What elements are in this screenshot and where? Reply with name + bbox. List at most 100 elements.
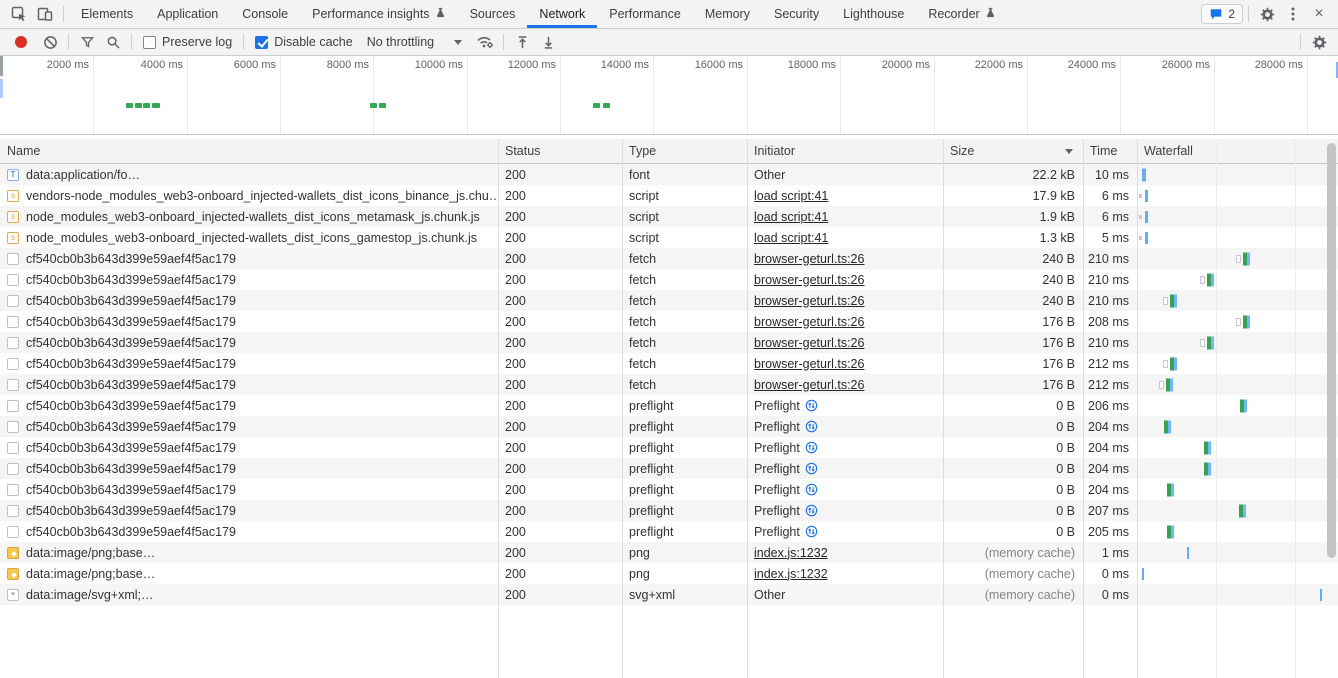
record-network-log-button[interactable] (15, 36, 27, 48)
requests-table: Name Status Type Initiator Size Time Wat… (0, 139, 1338, 678)
tab-console[interactable]: Console (230, 0, 300, 28)
tab-application[interactable]: Application (145, 0, 230, 28)
throttling-select[interactable]: No throttling (367, 35, 462, 49)
request-name: cf540cb0b3b643d399e59aef4f5ac179 (26, 336, 236, 350)
request-type: fetch (622, 353, 747, 374)
tab-performance[interactable]: Performance (597, 0, 693, 28)
preflight-circle-arrows-icon[interactable] (805, 504, 818, 517)
request-status: 200 (498, 416, 622, 437)
clear-network-log-icon[interactable] (37, 30, 63, 54)
initiator-link[interactable]: browser-geturl.ts:26 (754, 273, 864, 287)
request-name: cf540cb0b3b643d399e59aef4f5ac179 (26, 525, 236, 539)
document-file-icon (7, 526, 19, 538)
initiator-text: Other (754, 588, 785, 602)
initiator-link[interactable]: browser-geturl.ts:26 (754, 378, 864, 392)
request-name: cf540cb0b3b643d399e59aef4f5ac179 (26, 315, 236, 329)
request-size: (memory cache) (943, 542, 1083, 563)
search-icon[interactable] (100, 30, 126, 54)
column-header-type[interactable]: Type (622, 139, 747, 163)
tab-network[interactable]: Network (527, 0, 597, 28)
initiator-link[interactable]: browser-geturl.ts:26 (754, 252, 864, 266)
request-name: cf540cb0b3b643d399e59aef4f5ac179 (26, 504, 236, 518)
initiator-text: Preflight (754, 525, 800, 539)
close-devtools-button[interactable]: × (1306, 2, 1332, 26)
waterfall-gridline (1216, 139, 1217, 678)
settings-gear-icon[interactable] (1254, 2, 1280, 26)
waterfall-bar (1174, 357, 1177, 370)
tab-elements[interactable]: Elements (69, 0, 145, 28)
issues-badge[interactable]: 2 (1201, 4, 1243, 24)
request-waterfall (1137, 416, 1338, 437)
request-time: 212 ms (1083, 353, 1137, 374)
initiator-link[interactable]: load script:41 (754, 231, 828, 245)
network-conditions-icon[interactable] (472, 30, 498, 54)
tab-performance-insights[interactable]: Performance insights (300, 0, 457, 28)
request-time: 5 ms (1083, 227, 1137, 248)
column-header-waterfall[interactable]: Waterfall (1137, 139, 1338, 163)
initiator-link[interactable]: browser-geturl.ts:26 (754, 294, 864, 308)
request-status: 200 (498, 584, 622, 605)
tab-sources[interactable]: Sources (458, 0, 528, 28)
request-waterfall (1137, 185, 1338, 206)
inspect-element-icon[interactable] (6, 2, 32, 26)
preflight-circle-arrows-icon[interactable] (805, 420, 818, 433)
request-type: preflight (622, 458, 747, 479)
preflight-circle-arrows-icon[interactable] (805, 399, 818, 412)
divider (63, 6, 64, 22)
waterfall-bar (1145, 232, 1148, 244)
network-toolbar: Preserve log Disable cache No throttling (0, 29, 1338, 56)
export-har-icon[interactable] (535, 30, 561, 54)
request-name: data:image/png;base… (26, 567, 155, 581)
image-file-icon (7, 568, 19, 580)
preserve-log-checkbox[interactable]: Preserve log (143, 35, 232, 49)
initiator-text: Preflight (754, 462, 800, 476)
filter-icon[interactable] (74, 30, 100, 54)
preflight-circle-arrows-icon[interactable] (805, 525, 818, 538)
column-header-time[interactable]: Time (1083, 139, 1137, 163)
request-size: 240 B (943, 248, 1083, 269)
tabbar-right: 2 × (1201, 0, 1338, 28)
tab-security[interactable]: Security (762, 0, 831, 28)
initiator-link[interactable]: load script:41 (754, 210, 828, 224)
network-activity-dash (593, 103, 600, 108)
initiator-link[interactable]: browser-geturl.ts:26 (754, 315, 864, 329)
initiator-link[interactable]: browser-geturl.ts:26 (754, 336, 864, 350)
preflight-circle-arrows-icon[interactable] (805, 483, 818, 496)
waterfall-bar (1168, 420, 1171, 433)
waterfall-bar (1139, 215, 1142, 219)
request-waterfall (1137, 206, 1338, 227)
request-time: 204 ms (1083, 437, 1137, 458)
request-name: data:image/svg+xml;… (26, 588, 153, 602)
request-initiator: load script:41 (747, 185, 943, 206)
vertical-scrollbar[interactable] (1327, 143, 1336, 558)
request-type: png (622, 563, 747, 584)
disable-cache-checkbox[interactable]: Disable cache (255, 35, 353, 49)
tab-recorder[interactable]: Recorder (916, 0, 1007, 28)
initiator-link[interactable]: browser-geturl.ts:26 (754, 357, 864, 371)
waterfall-bar (1243, 504, 1246, 517)
network-settings-gear-icon[interactable] (1306, 30, 1332, 54)
divider (1300, 34, 1301, 50)
device-toolbar-icon[interactable] (32, 2, 58, 26)
request-status: 200 (498, 458, 622, 479)
initiator-link[interactable]: load script:41 (754, 189, 828, 203)
network-overview[interactable]: 2000 ms4000 ms6000 ms8000 ms10000 ms1200… (0, 56, 1338, 135)
request-status: 200 (498, 521, 622, 542)
column-header-size[interactable]: Size (943, 139, 1083, 163)
request-waterfall (1137, 290, 1338, 311)
column-header-initiator[interactable]: Initiator (747, 139, 943, 163)
more-options-kebab-icon[interactable] (1280, 2, 1306, 26)
import-har-icon[interactable] (509, 30, 535, 54)
preflight-circle-arrows-icon[interactable] (805, 441, 818, 454)
waterfall-bar (1236, 318, 1241, 326)
tab-lighthouse[interactable]: Lighthouse (831, 0, 916, 28)
timeline-gridline (653, 56, 654, 134)
initiator-link[interactable]: index.js:1232 (754, 546, 828, 560)
request-status: 200 (498, 500, 622, 521)
preflight-circle-arrows-icon[interactable] (805, 462, 818, 475)
request-status: 200 (498, 290, 622, 311)
tab-memory[interactable]: Memory (693, 0, 762, 28)
initiator-link[interactable]: index.js:1232 (754, 567, 828, 581)
column-header-status[interactable]: Status (498, 139, 622, 163)
column-header-name[interactable]: Name (0, 139, 498, 163)
